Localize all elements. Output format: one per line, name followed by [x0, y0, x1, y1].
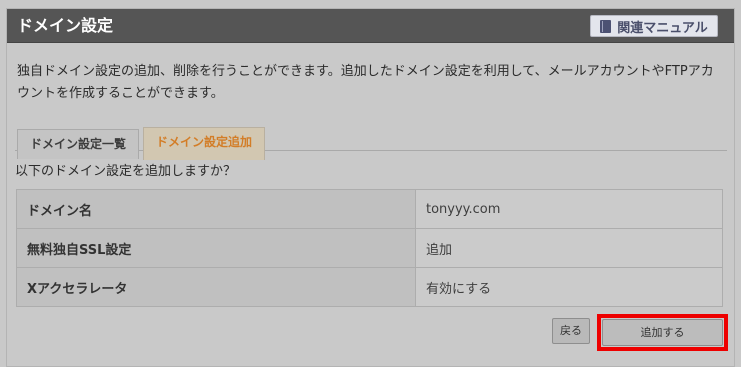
row-key: Xアクセラレータ: [16, 267, 416, 307]
tab-bar: ドメイン設定一覧 ドメイン設定追加: [15, 121, 727, 160]
panel-header: ドメイン設定 関連マニュアル: [7, 9, 734, 43]
page-description: 独自ドメイン設定の追加、削除を行うことができます。追加したドメイン設定を利用して…: [17, 64, 714, 101]
related-manual-button[interactable]: 関連マニュアル: [590, 15, 718, 37]
add-button[interactable]: 追加する: [602, 319, 723, 346]
domain-settings-panel: ドメイン設定 関連マニュアル 独自ドメイン設定の追加、削除を行うことができます。…: [6, 8, 735, 367]
book-icon: [600, 19, 612, 33]
related-manual-label: 関連マニュアル: [617, 20, 708, 36]
tab-domain-add[interactable]: ドメイン設定追加: [143, 127, 265, 160]
confirm-question: 以下のドメイン設定を追加しますか？: [15, 164, 237, 179]
table-row: Xアクセラレータ 有効にする: [16, 267, 723, 307]
row-value: 有効にする: [415, 267, 723, 307]
row-key: 無料独自SSL設定: [16, 228, 416, 268]
confirm-table: ドメイン名 tonyyy.com 無料独自SSL設定 追加 Xアクセラレータ 有…: [16, 189, 723, 307]
row-value: 追加: [415, 228, 723, 268]
back-button[interactable]: 戻る: [552, 318, 590, 344]
row-value: tonyyy.com: [415, 189, 723, 229]
table-row: ドメイン名 tonyyy.com: [16, 189, 723, 229]
tab-domain-list[interactable]: ドメイン設定一覧: [17, 129, 139, 159]
page-title: ドメイン設定: [17, 16, 114, 35]
table-row: 無料独自SSL設定 追加: [16, 228, 723, 268]
row-key: ドメイン名: [16, 189, 416, 229]
